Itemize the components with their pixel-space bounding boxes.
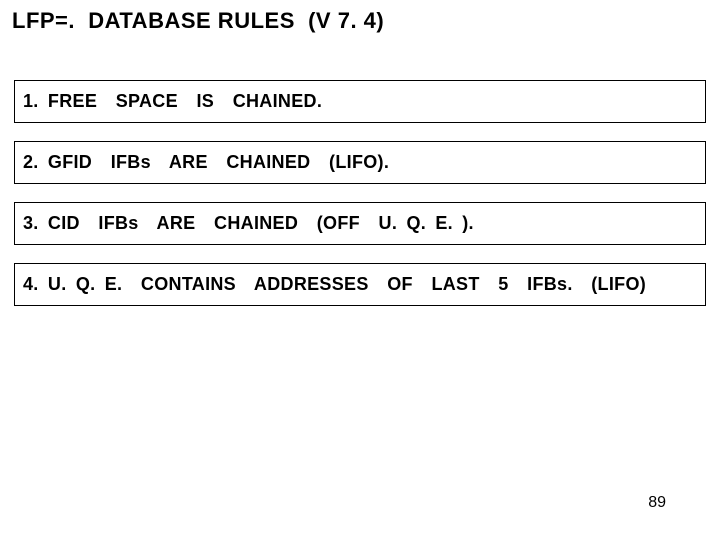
slide-title: LFP=. DATABASE RULES (V 7. 4)	[12, 8, 384, 34]
page-number: 89	[648, 494, 666, 512]
rule-item: 4. U. Q. E. CONTAINS ADDRESSES OF LAST 5…	[14, 263, 706, 306]
rule-item: 3. CID IFBs ARE CHAINED (OFF U. Q. E. ).	[14, 202, 706, 245]
rule-item: 2. GFID IFBs ARE CHAINED (LIFO).	[14, 141, 706, 184]
rule-item: 1. FREE SPACE IS CHAINED.	[14, 80, 706, 123]
rules-container: 1. FREE SPACE IS CHAINED. 2. GFID IFBs A…	[14, 80, 706, 324]
slide: LFP=. DATABASE RULES (V 7. 4) 1. FREE SP…	[0, 0, 720, 540]
